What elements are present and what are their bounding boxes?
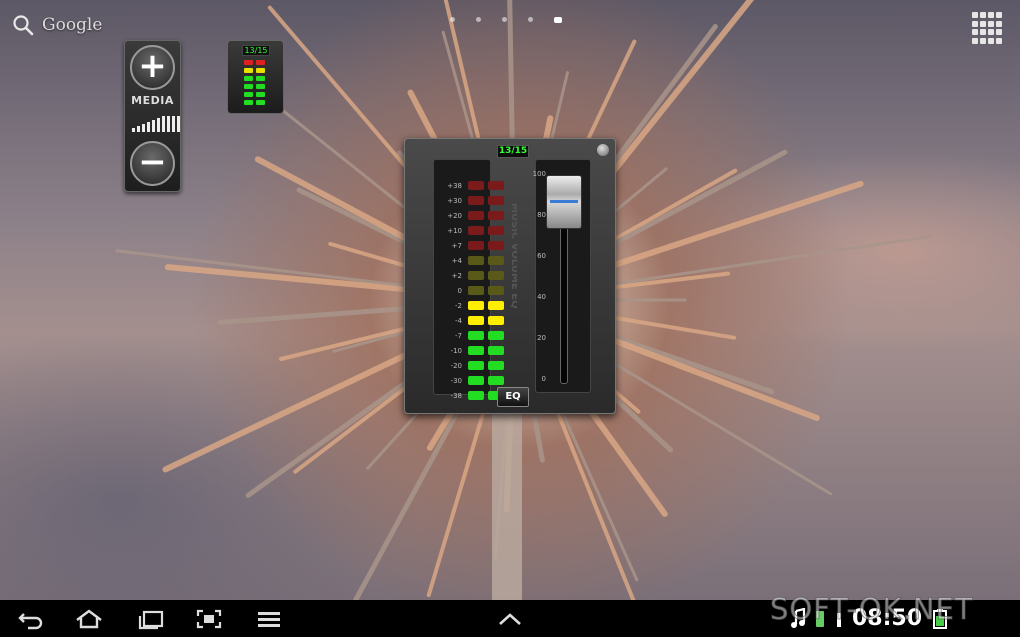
- music-volume-eq-widget: 13/15 +38 +30 +20 +10 +7 +4 +2 0 -2 -4 -7 -10 -20 -30…: [404, 138, 616, 414]
- level-led: [468, 181, 484, 190]
- scale-label: 0: [541, 375, 546, 383]
- page-dot[interactable]: [502, 17, 507, 22]
- db-label: -4: [455, 317, 462, 325]
- level-led: [468, 301, 484, 310]
- media-volume-widget: + MEDIA −: [124, 40, 181, 192]
- page-dot[interactable]: [528, 17, 533, 22]
- eq-button[interactable]: EQ: [497, 387, 529, 407]
- db-label: +30: [447, 197, 462, 205]
- watermark-text: SOFT-OK.NET: [770, 592, 974, 627]
- level-meter-panel: +38 +30 +20 +10 +7 +4 +2 0 -2 -4 -7 -10 -20 -30 -38: [433, 159, 504, 400]
- level-led: [468, 196, 484, 205]
- svg-text:MUSIC VOLUME EQ: MUSIC VOLUME EQ: [509, 203, 517, 309]
- db-label: +7: [451, 242, 462, 250]
- db-label: +38: [447, 182, 462, 190]
- media-label: MEDIA: [131, 94, 174, 107]
- mini-level-meter: [244, 60, 265, 105]
- level-led: [468, 376, 484, 385]
- scale-label: 80: [537, 211, 546, 219]
- home-icon[interactable]: [74, 608, 104, 630]
- level-led: [468, 226, 484, 235]
- db-label: +4: [451, 257, 462, 265]
- all-apps-icon[interactable]: [972, 12, 1004, 44]
- level-led: [468, 346, 484, 355]
- volume-slider-track[interactable]: [560, 222, 568, 384]
- level-led: [468, 361, 484, 370]
- volume-slider-panel: 100 80 60 40 20 0: [533, 159, 591, 393]
- recent-apps-icon[interactable]: [136, 608, 166, 630]
- scale-label: 20: [537, 334, 546, 342]
- level-led: [468, 391, 484, 400]
- db-label: -10: [450, 347, 462, 355]
- home-page-indicator: [450, 17, 562, 23]
- db-label: -20: [450, 362, 462, 370]
- level-led: [468, 256, 484, 265]
- level-led: [468, 331, 484, 340]
- mini-level-widget[interactable]: 13/15: [227, 40, 284, 114]
- screenshot-icon[interactable]: [194, 608, 224, 630]
- scale-label: 60: [537, 252, 546, 260]
- db-label: -2: [455, 302, 462, 310]
- level-led: [468, 211, 484, 220]
- db-label: -7: [455, 332, 462, 340]
- level-led: [488, 181, 504, 190]
- page-dot-active[interactable]: [554, 17, 562, 23]
- db-label: +20: [447, 212, 462, 220]
- db-label: 0: [457, 287, 462, 295]
- level-led: [468, 316, 484, 325]
- volume-level-icon: [132, 116, 180, 132]
- volume-count: 13/15: [497, 145, 529, 158]
- google-search-label: Google: [42, 15, 103, 35]
- db-label: -38: [450, 392, 462, 400]
- db-label: +2: [451, 272, 462, 280]
- page-dot[interactable]: [476, 17, 481, 22]
- mini-level-count: 13/15: [242, 45, 270, 56]
- level-led: [488, 376, 504, 385]
- scale-label: 100: [532, 170, 546, 178]
- db-label: +10: [447, 227, 462, 235]
- search-icon: [13, 15, 34, 36]
- scale-label: 40: [537, 293, 546, 301]
- level-led: [468, 286, 484, 295]
- page-dot[interactable]: [450, 17, 455, 22]
- db-label: -30: [450, 377, 462, 385]
- level-led: [468, 271, 484, 280]
- volume-up-button[interactable]: +: [130, 45, 175, 90]
- level-led: [488, 361, 504, 370]
- volume-down-button[interactable]: −: [130, 141, 175, 186]
- chevron-up-icon[interactable]: [495, 608, 525, 630]
- level-led: [468, 241, 484, 250]
- widget-settings-icon[interactable]: [597, 144, 609, 156]
- volume-slider-knob[interactable]: [546, 174, 582, 229]
- back-icon[interactable]: [16, 608, 46, 630]
- menu-icon[interactable]: [254, 608, 284, 630]
- music-volume-eq-label: MUSIC VOLUME EQ: [509, 203, 517, 309]
- google-search-widget[interactable]: Google: [12, 14, 102, 36]
